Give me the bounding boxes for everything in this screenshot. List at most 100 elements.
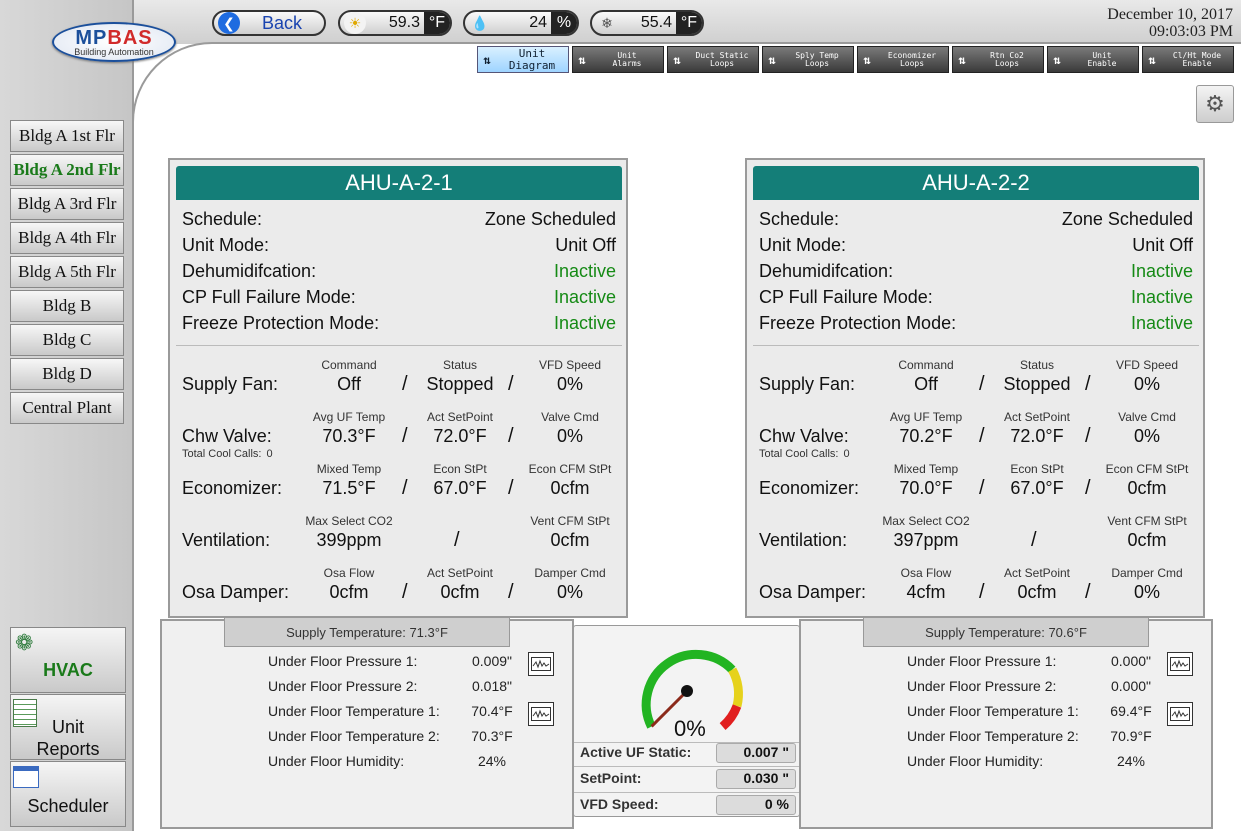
nav-bldg-a-3rd-flr[interactable]: Bldg A 3rd Flr (10, 188, 124, 220)
back-button[interactable]: ❮ Back (212, 10, 326, 36)
vent-cfm-stpt-header: Vent CFM StPt (530, 514, 610, 528)
uf-pressure-2-value: 0.018" (471, 678, 512, 694)
separator-slash: / (979, 373, 985, 395)
uf-pressure-1-label: Under Floor Pressure 1: (907, 653, 1057, 669)
osa-setpoint-value: 0cfm (440, 582, 480, 602)
nav-central-plant[interactable]: Central Plant (10, 392, 124, 424)
status-row-freeze: Freeze Protection Mode: Inactive (182, 310, 616, 336)
avg-uf-temp-header: Avg UF Temp (312, 410, 386, 424)
uf-temp-1-label: Under Floor Temperature 1: (907, 703, 1079, 719)
gauge-yellow-arc (728, 667, 743, 708)
vent-cfm-value: 0cfm (550, 530, 590, 550)
nav-bldg-a-4th-flr[interactable]: Bldg A 4th Flr (10, 222, 124, 254)
osa-flow-header: Osa Flow (900, 566, 952, 580)
schedule-value: Zone Scheduled (484, 208, 616, 229)
hvac-button[interactable]: ❁ HVAC (10, 627, 126, 693)
tab-rtn-co2-loops[interactable]: ⇅ Rtn Co2 Loops (952, 46, 1044, 73)
chw-valve-label: Chw Valve: (759, 426, 849, 446)
fan-cmd-value: Off (337, 374, 361, 394)
vfd-speed-value: 0 % (716, 795, 796, 815)
tab-sply-temp-loops[interactable]: ⇅ Sply Temp Loops (762, 46, 854, 73)
humidity-unit: % (551, 12, 577, 34)
settings-button[interactable]: ⚙ (1196, 85, 1234, 123)
separator-slash: / (508, 581, 514, 603)
nav-bldg-d[interactable]: Bldg D (10, 358, 124, 390)
separator-slash: / (402, 477, 408, 499)
damper-cmd-value: 0% (556, 582, 583, 602)
cp-fail-label: CP Full Failure Mode: (182, 286, 356, 307)
uf-humidity-label: Under Floor Humidity: (268, 753, 405, 769)
uf-pressure-1-value: 0.009" (471, 653, 512, 669)
setpoint-value[interactable]: 0.030 " (716, 769, 796, 789)
separator-slash: / (454, 529, 460, 551)
uf-temp-1-label: Under Floor Temperature 1: (268, 703, 440, 719)
valve-cmd-header: Valve Cmd (541, 410, 599, 424)
ventilation-label: Ventilation: (182, 530, 271, 550)
tab-label-line2: Loops (709, 58, 735, 68)
outdoor-temp-unit: °F (424, 12, 450, 34)
tab-cl-ht-mode-enable[interactable]: ⇅ Cl/Ht Mode Enable (1142, 46, 1234, 73)
uf-humidity-value: 24% (1116, 753, 1146, 769)
trend-chart-button[interactable] (528, 652, 554, 676)
economizer-label: Economizer: (182, 478, 283, 498)
status-row-unit-mode: Unit Mode: Unit Off (182, 232, 616, 258)
nav-bldg-a-1st-flr[interactable]: Bldg A 1st Flr (10, 120, 124, 152)
swap-arrows-icon: ⇅ (578, 52, 586, 67)
nav-bldg-b[interactable]: Bldg B (10, 290, 124, 322)
command-header: Command (321, 358, 377, 372)
schedule-value: Zone Scheduled (1061, 208, 1193, 229)
valve-cmd-value: 0% (556, 426, 583, 446)
tab-economizer-loops[interactable]: ⇅ Economizer Loops (857, 46, 949, 73)
ahu-title: AHU-A-2-1 (176, 166, 622, 200)
act-setpoint-header: Act SetPoint (426, 566, 494, 580)
swap-arrows-icon: ⇅ (958, 52, 966, 67)
status-header: Status (1019, 358, 1055, 372)
uf-pressure-1-value: 0.000" (1110, 653, 1151, 669)
tab-label-line2: Alarms (612, 58, 642, 68)
separator-slash: / (1085, 581, 1091, 603)
separator-slash: / (508, 425, 514, 447)
total-cool-calls-label: Total Cool Calls: (759, 448, 839, 460)
economizer-label: Economizer: (759, 478, 860, 498)
cp-fail-value: Inactive (1130, 286, 1193, 307)
fan-icon: ❁ (15, 630, 34, 655)
co2-value: 399ppm (316, 530, 382, 550)
tab-duct-static-loops[interactable]: ⇅ Duct Static Loops (667, 46, 759, 73)
gear-icon: ⚙ (1205, 91, 1225, 116)
tab-unit-enable[interactable]: ⇅ Unit Enable (1047, 46, 1139, 73)
trend-chart-button[interactable] (528, 702, 554, 726)
logo-brand-accent: BAS (107, 27, 153, 49)
separator-slash: / (508, 477, 514, 499)
uf-temp-2-label: Under Floor Temperature 2: (268, 728, 440, 744)
scheduler-button[interactable]: Scheduler (10, 761, 126, 827)
tab-unit-diagram[interactable]: ⇅ Unit Diagram (477, 46, 569, 73)
trend-chart-button[interactable] (1167, 702, 1193, 726)
command-header: Command (898, 358, 954, 372)
trend-chart-button[interactable] (1167, 652, 1193, 676)
nav-bldg-c[interactable]: Bldg C (10, 324, 124, 356)
econ-stpt-header: Econ StPt (433, 462, 487, 476)
econ-stpt-header: Econ StPt (1010, 462, 1064, 476)
divider (753, 345, 1199, 346)
unit-mode-label: Unit Mode: (759, 234, 847, 255)
scheduler-label: Scheduler (27, 796, 109, 816)
unit-reports-button[interactable]: Unit Reports (10, 694, 126, 760)
econ-cfm-stpt-header: Econ CFM StPt (1105, 462, 1189, 476)
avg-uf-temp-value: 70.3°F (322, 426, 376, 446)
uf-pressure-1-label: Under Floor Pressure 1: (268, 653, 418, 669)
tab-unit-alarms[interactable]: ⇅ Unit Alarms (572, 46, 664, 73)
outdoor-temp-display: ☀ 59.3 °F (338, 10, 452, 36)
separator-slash: / (402, 425, 408, 447)
tab-label-line2: Loops (804, 58, 830, 68)
separator-slash: / (1085, 425, 1091, 447)
trend-chart-icon (531, 707, 551, 721)
valve-cmd-value: 0% (1133, 426, 1160, 446)
ventilation-label: Ventilation: (759, 530, 848, 550)
nav-bldg-a-5th-flr[interactable]: Bldg A 5th Flr (10, 256, 124, 288)
mpbas-logo: MPBAS Building Automation (52, 22, 176, 62)
unit-reports-label-2: Reports (36, 739, 100, 759)
tab-label-line2: Loops (899, 58, 925, 68)
dehum-value: Inactive (553, 260, 616, 281)
act-setpoint-header: Act SetPoint (1003, 410, 1071, 424)
nav-bldg-a-2nd-flr[interactable]: Bldg A 2nd Flr (10, 154, 124, 186)
